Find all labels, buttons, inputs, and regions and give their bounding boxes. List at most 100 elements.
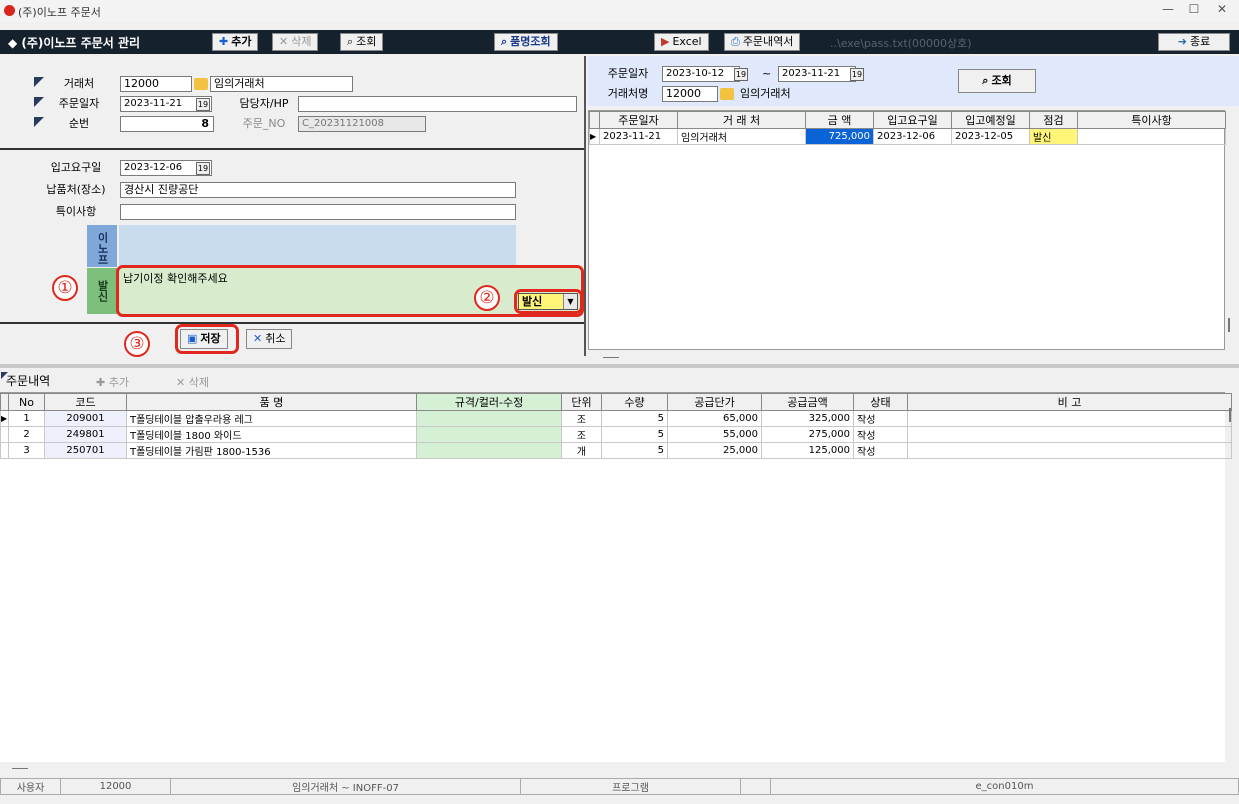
date-from-input[interactable]: 2023-10-12 (662, 66, 740, 82)
search-client-name: 임의거래처 (736, 86, 856, 102)
panel-splitter[interactable] (584, 56, 586, 356)
folder-icon[interactable] (194, 78, 208, 90)
col-note[interactable]: 특이사항 (1077, 111, 1226, 129)
tab-order-detail[interactable]: 주문내역 (6, 372, 50, 389)
exit-icon: ➜ (1177, 35, 1187, 48)
seq-label: 순번 (48, 116, 110, 132)
col-client[interactable]: 거 래 처 (677, 111, 806, 129)
hscroll-thumb[interactable] (12, 768, 28, 769)
form-id: e_con010m (770, 778, 1239, 795)
plus-icon: ✚ (96, 376, 106, 389)
highlight-box-2 (514, 289, 583, 314)
calendar-icon[interactable]: 19 (196, 162, 210, 175)
col-due-date[interactable]: 입고예정일 (951, 111, 1030, 129)
calendar-icon[interactable]: 19 (850, 68, 864, 81)
col-remarks[interactable]: 비 고 (907, 393, 1232, 411)
date-to-input[interactable]: 2023-11-21 (778, 66, 856, 82)
date-tilde: ~ (762, 67, 772, 80)
detail-add-button[interactable]: ✚ 추가 (96, 374, 129, 390)
list-search-button[interactable]: ⌕ 조회 (958, 69, 1036, 93)
vscroll-thumb[interactable] (1228, 318, 1230, 332)
close-button[interactable]: ✕ (1212, 2, 1232, 20)
col-req-date[interactable]: 입고요구일 (873, 111, 952, 129)
item-search-button[interactable]: ⌕ 품명조회 (494, 33, 558, 51)
client-name-input[interactable]: 임의거래처 (210, 76, 353, 92)
window-titlebar: (주)이노프 주문서 — ☐ ✕ (0, 0, 1239, 22)
search-icon: ⌕ (501, 35, 508, 48)
required-marker (34, 117, 44, 127)
manager-label: 담당자/HP (232, 96, 296, 112)
col-status[interactable]: 상태 (853, 393, 908, 411)
place-input[interactable]: 경산시 진량공단 (120, 182, 516, 198)
marker-one: ① (52, 275, 78, 301)
x-icon: ✕ (176, 376, 186, 389)
search-icon: ⌕ (347, 35, 354, 48)
table-row[interactable]: ▶ 2023-11-21 임의거래처 725,000 2023-12-06 20… (589, 128, 1226, 145)
col-amount[interactable]: 금 액 (805, 111, 874, 129)
cancel-button[interactable]: ✕ 취소 (246, 329, 293, 349)
required-marker (34, 97, 44, 107)
status-bar: 사용자 12000 임의거래처 ~ INOFF-07 프로그램 e_con010… (0, 778, 1239, 796)
col-spec[interactable]: 규격/컬러-수정 (416, 393, 562, 411)
excel-icon: ▶ (661, 35, 670, 48)
table-row[interactable]: 2 249801 T폴딩테이블 1800 와이드 조 5 55,000 275,… (0, 426, 1232, 443)
tab-inof[interactable]: 이노프 (87, 225, 117, 267)
search-icon: ⌕ (982, 74, 989, 87)
order-detail-grid: No 코드 품 명 규격/컬러-수정 단위 수량 공급단가 공급금액 상태 비 … (0, 392, 1232, 762)
notes-label: 특이사항 (34, 204, 118, 220)
table-row[interactable]: 3 250701 T폴딩테이블 가림판 1800-1536 개 5 25,000… (0, 442, 1232, 459)
app-icon (4, 5, 15, 16)
col-item-name[interactable]: 품 명 (126, 393, 417, 411)
manager-input[interactable] (298, 96, 577, 112)
add-button[interactable]: ✚ 추가 (212, 33, 259, 51)
col-amount[interactable]: 공급금액 (761, 393, 854, 411)
minimize-button[interactable]: — (1158, 2, 1178, 20)
col-check[interactable]: 점검 (1029, 111, 1078, 129)
exit-button[interactable]: ➜ 종료 (1158, 33, 1230, 51)
col-price[interactable]: 공급단가 (667, 393, 762, 411)
marker-two: ② (474, 285, 500, 311)
client-code-input[interactable]: 12000 (120, 76, 192, 92)
config-path: ..\exe\pass.txt(00000상호) (830, 37, 972, 50)
user-label: 사용자 (0, 778, 61, 795)
col-no[interactable]: No (8, 393, 45, 411)
highlight-box-3 (175, 324, 239, 354)
app-heading: ◆ (주)이노프 주문서 관리 (8, 36, 141, 50)
maximize-button[interactable]: ☐ (1184, 2, 1204, 20)
program-value (740, 778, 771, 795)
window-title: (주)이노프 주문서 (18, 6, 101, 19)
search-button[interactable]: ⌕ 조회 (340, 33, 384, 51)
vscroll-thumb[interactable] (1229, 408, 1231, 422)
calendar-icon[interactable]: 19 (196, 98, 210, 111)
inof-memo-area[interactable] (119, 225, 516, 267)
required-marker (34, 77, 44, 87)
detail-toolbar: 주문내역 ✚ 추가 ✕ 삭제 (0, 370, 236, 390)
req-date-label: 입고요구일 (34, 160, 118, 176)
client-info: 임의거래처 ~ INOFF-07 (170, 778, 521, 795)
col-qty[interactable]: 수량 (601, 393, 668, 411)
col-code[interactable]: 코드 (44, 393, 127, 411)
col-order-date[interactable]: 주문일자 (599, 111, 678, 129)
table-row[interactable]: ▶ 1 209001 T폴딩테이블 압출우라용 레그 조 5 65,000 32… (0, 410, 1232, 427)
excel-button[interactable]: ▶ Excel (654, 33, 709, 51)
order-list-button[interactable]: ⎙ 주문내역서 (724, 33, 801, 51)
printer-icon: ⎙ (731, 35, 740, 48)
search-client-code[interactable]: 12000 (662, 86, 718, 102)
horizontal-splitter[interactable] (0, 364, 1239, 368)
folder-icon[interactable] (720, 88, 734, 100)
user-value: 12000 (60, 778, 171, 795)
order-no-input: C_20231121008 (298, 116, 426, 132)
client-label: 거래처 (48, 76, 110, 92)
delete-button[interactable]: ✕ 삭제 (272, 33, 319, 51)
calendar-icon[interactable]: 19 (734, 68, 748, 81)
order-no-label: 주문_NO (232, 116, 296, 132)
notes-input[interactable] (120, 204, 516, 220)
order-form: 거래처 12000 임의거래처 주문일자 2023-11-21 19 담당자/H… (0, 56, 584, 357)
program-label: 프로그램 (520, 778, 741, 795)
hscroll-thumb[interactable] (603, 357, 619, 358)
detail-delete-button[interactable]: ✕ 삭제 (176, 374, 209, 390)
seq-input[interactable]: 8 (120, 116, 214, 132)
place-label: 납품처(장소) (34, 182, 118, 198)
tab-send[interactable]: 발신 (87, 268, 117, 314)
col-unit[interactable]: 단위 (561, 393, 602, 411)
